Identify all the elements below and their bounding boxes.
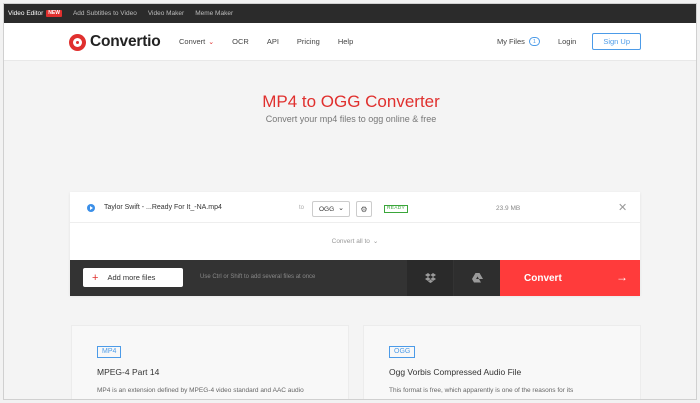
convert-all-dropdown[interactable]: Convert all to ⌄	[70, 223, 640, 259]
play-icon[interactable]	[87, 204, 95, 212]
top-promo-bar: Video Editor NEW Add Subtitles to Video …	[4, 4, 696, 23]
file-name: Taylor Swift - ...Ready For It_-NA.mp4	[104, 204, 222, 211]
dropbox-button[interactable]	[407, 260, 453, 296]
format-info-card-mp4: MP4 MPEG-4 Part 14 MP4 is an extension d…	[71, 325, 349, 399]
settings-button[interactable]: ⚙	[356, 201, 372, 217]
topbar-link-add-subtitles[interactable]: Add Subtitles to Video	[73, 10, 137, 17]
file-size: 23.9 MB	[496, 205, 521, 212]
convert-button-label: Convert	[524, 272, 562, 284]
close-icon[interactable]: ✕	[618, 201, 627, 214]
target-format-select[interactable]: OGG ⌄	[312, 201, 350, 217]
my-files-count: 1	[528, 37, 540, 46]
my-files-label: My Files	[496, 37, 525, 46]
converter-panel: Taylor Swift - ...Ready For It_-NA.mp4 t…	[70, 192, 640, 296]
nav-convert-label: Convert	[179, 37, 206, 46]
status-badge: READY	[384, 205, 409, 213]
chevron-down-icon: ⌄	[372, 238, 379, 245]
google-drive-button[interactable]	[454, 260, 500, 296]
google-drive-icon	[471, 273, 483, 283]
nav-convert[interactable]: Convert ⌄	[179, 37, 214, 46]
plus-icon: +	[92, 271, 99, 284]
nav-ocr[interactable]: OCR	[232, 37, 249, 46]
dropbox-icon	[424, 273, 436, 283]
format-tag[interactable]: OGG	[389, 346, 416, 358]
nav-help[interactable]: Help	[338, 37, 353, 46]
format-description: MP4 is an extension defined by MPEG-4 vi…	[97, 387, 304, 394]
arrow-right-icon: →	[616, 270, 628, 284]
page-title: MP4 to OGG Converter	[262, 92, 440, 111]
topbar-link-video-maker[interactable]: Video Maker	[148, 10, 184, 17]
convert-button[interactable]: Convert →	[500, 260, 640, 296]
page-subtitle: Convert your mp4 files to ogg online & f…	[265, 114, 437, 124]
browser-frame: Video Editor NEW Add Subtitles to Video …	[3, 3, 697, 400]
action-bar: + Add more files Use Ctrl or Shift to ad…	[70, 260, 640, 296]
topbar-link-meme-maker[interactable]: Meme Maker	[195, 10, 233, 17]
multi-select-hint: Use Ctrl or Shift to add several files a…	[200, 274, 316, 280]
add-more-files-label: Add more files	[107, 273, 156, 282]
format-info-card-ogg: OGG Ogg Vorbis Compressed Audio File Thi…	[363, 325, 641, 399]
main-nav: Convert ⌄ OCR API Pricing Help	[179, 37, 371, 46]
format-title: Ogg Vorbis Compressed Audio File	[389, 367, 522, 377]
convertio-logo-icon	[69, 33, 86, 51]
target-format-value: OGG	[319, 205, 335, 213]
chevron-down-icon: ⌄	[208, 38, 215, 46]
brand-name: Convertio	[90, 33, 161, 50]
format-tag[interactable]: MP4	[97, 346, 122, 358]
file-row: Taylor Swift - ...Ready For It_-NA.mp4 t…	[70, 192, 640, 223]
new-badge: NEW	[46, 10, 62, 17]
convert-all-label: Convert all to	[331, 237, 370, 245]
nav-api[interactable]: API	[267, 37, 279, 46]
brand-logo[interactable]: Convertio	[69, 33, 161, 51]
chevron-down-icon: ⌄	[338, 205, 344, 212]
to-label: to	[299, 205, 305, 211]
format-description: This format is free, which apparently is…	[389, 387, 574, 394]
nav-pricing[interactable]: Pricing	[297, 37, 320, 46]
my-files-link[interactable]: My Files 1	[497, 37, 540, 46]
login-link[interactable]: Login	[558, 37, 576, 46]
account-nav: My Files 1 Login Sign Up	[497, 33, 641, 50]
gear-icon: ⚙	[360, 204, 368, 214]
format-title: MPEG-4 Part 14	[97, 367, 160, 377]
topbar-link-label: Video Editor	[8, 10, 44, 17]
site-header: Convertio Convert ⌄ OCR API Pricing Help…	[4, 23, 696, 61]
signup-button[interactable]: Sign Up	[592, 33, 641, 50]
topbar-link-video-editor[interactable]: Video Editor NEW	[8, 10, 62, 17]
add-more-files-button[interactable]: + Add more files	[83, 268, 183, 287]
